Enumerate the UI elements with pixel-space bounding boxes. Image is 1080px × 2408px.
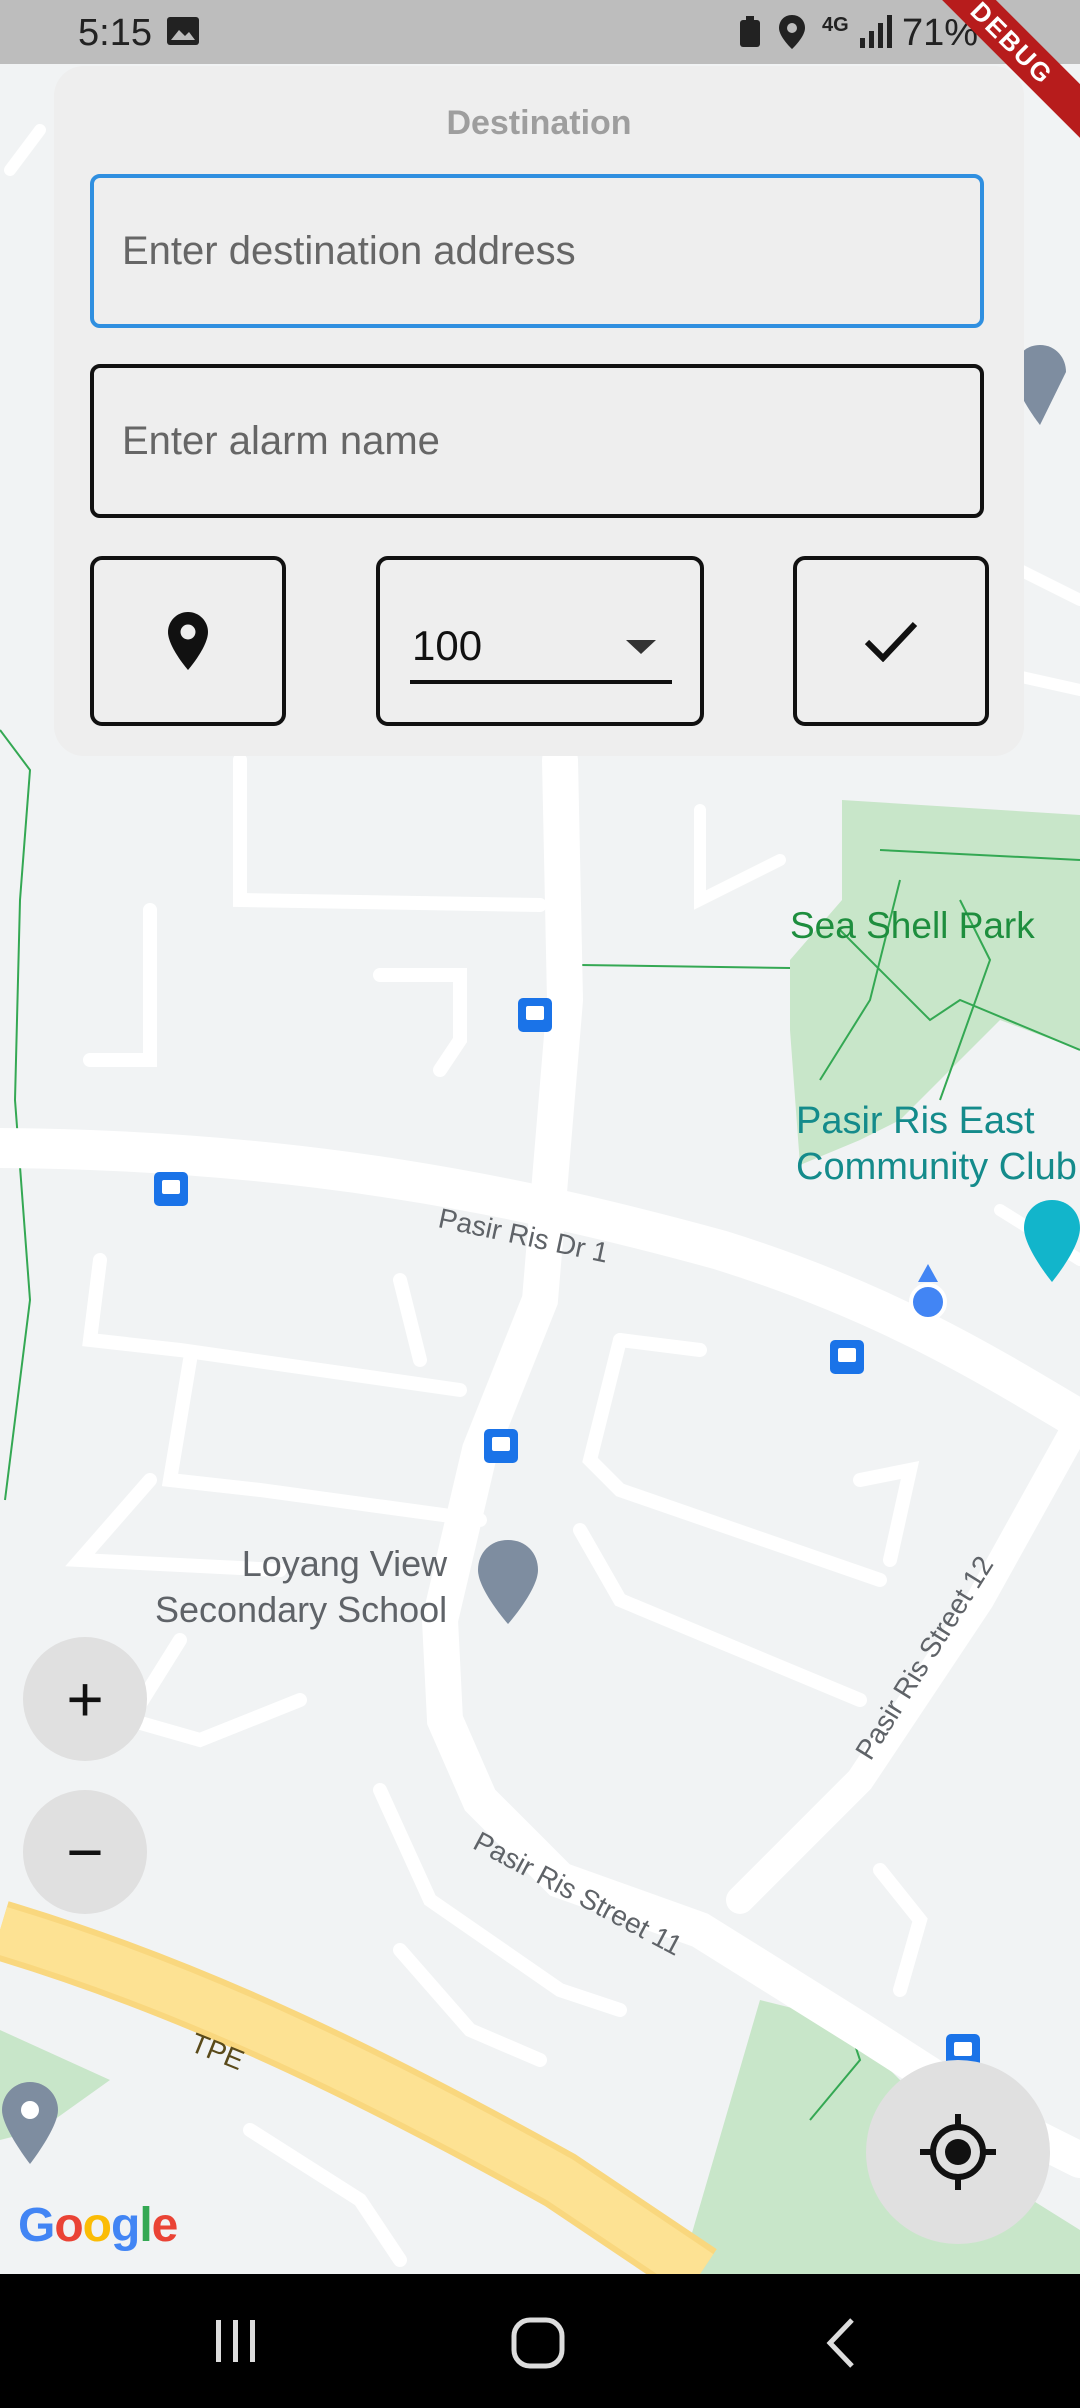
zoom-out-button[interactable]: − xyxy=(23,1790,147,1914)
alarm-name-input[interactable] xyxy=(90,364,984,518)
recents-icon[interactable] xyxy=(206,2316,266,2366)
zoom-out-label: − xyxy=(66,1816,104,1888)
checkmark-icon xyxy=(864,621,918,662)
network-type: 4G xyxy=(822,14,849,36)
location-pin-icon xyxy=(168,612,208,670)
zoom-in-button[interactable]: + xyxy=(23,1637,147,1761)
status-time: 5:15 xyxy=(78,12,152,54)
gps-crosshair-icon xyxy=(920,2114,996,2190)
dropdown-arrow-icon xyxy=(626,640,656,654)
map-label-community-club: Pasir Ris East Community Club xyxy=(796,1100,1077,1188)
navigation-bar xyxy=(0,2274,1080,2408)
pick-location-button[interactable] xyxy=(90,556,286,726)
map-label-school: Loyang View Secondary School xyxy=(155,1543,448,1630)
zoom-in-label: + xyxy=(66,1663,104,1735)
destination-title: Destination xyxy=(446,104,632,142)
gallery-notification-icon xyxy=(167,17,199,45)
signal-icon xyxy=(860,15,892,48)
radius-dropdown-box: 100 xyxy=(376,556,704,726)
google-logo: Google xyxy=(18,2199,178,2252)
destination-card: Destination 100 xyxy=(54,66,1024,756)
confirm-button[interactable] xyxy=(793,556,989,726)
back-icon[interactable] xyxy=(816,2316,866,2370)
radius-value: 100 xyxy=(412,622,483,669)
destination-address-input[interactable] xyxy=(90,174,984,328)
location-status-icon xyxy=(779,15,805,49)
radius-dropdown[interactable]: 100 xyxy=(410,612,672,684)
my-location-button[interactable] xyxy=(866,2060,1050,2244)
status-bar: 5:15 4G 71% xyxy=(0,0,1080,64)
battery-saver-icon xyxy=(740,16,760,47)
home-icon[interactable] xyxy=(508,2316,568,2370)
map-label-park: Sea Shell Park xyxy=(790,905,1035,946)
